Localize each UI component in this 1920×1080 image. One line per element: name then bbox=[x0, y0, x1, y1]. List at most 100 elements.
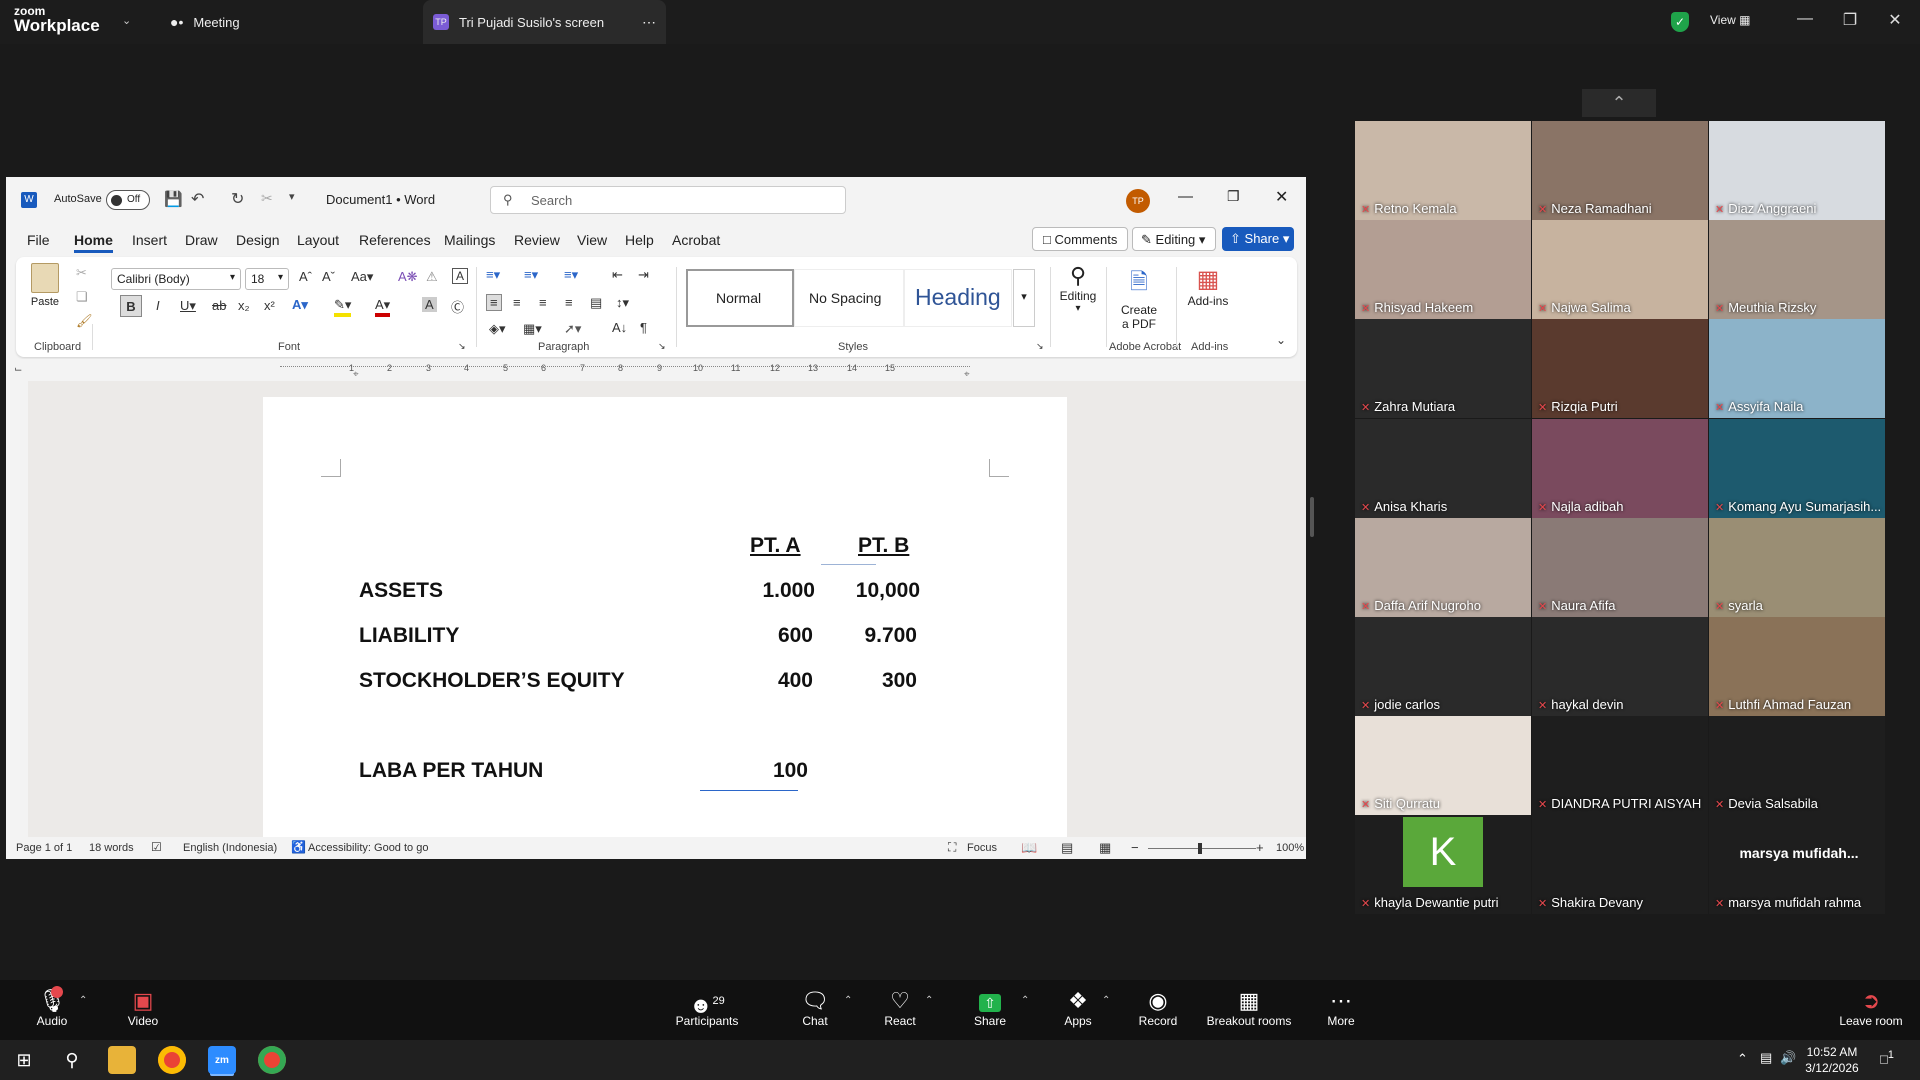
multilevel-list-icon[interactable]: ≡▾ bbox=[564, 267, 578, 283]
video-button[interactable]: ▣ Video bbox=[122, 988, 164, 1028]
chevron-down-icon[interactable]: ⌄ bbox=[122, 14, 131, 27]
distributed-button[interactable]: ▤ bbox=[590, 295, 602, 311]
borders-icon[interactable]: ▦▾ bbox=[523, 321, 542, 337]
clear-formatting-icon[interactable]: A❋ bbox=[398, 269, 418, 285]
leave-room-button[interactable]: ➲ Leave room bbox=[1838, 988, 1904, 1028]
network-icon[interactable]: ▤ bbox=[1760, 1050, 1772, 1066]
justify-button[interactable]: ≡ bbox=[565, 295, 573, 310]
participant-tile[interactable]: ✕ Diaz Anggraeni bbox=[1709, 121, 1885, 220]
web-layout-icon[interactable]: ▦ bbox=[1099, 840, 1111, 856]
collapse-ribbon-icon[interactable]: ⌄ bbox=[1276, 333, 1286, 347]
text-effects-icon[interactable]: A▾ bbox=[292, 297, 308, 313]
participant-tile[interactable]: ✕ Najwa Salima bbox=[1532, 220, 1708, 320]
notification-icon[interactable]: □1 bbox=[1880, 1049, 1894, 1066]
participant-tile[interactable]: ✕ Meuthia Rizsky bbox=[1709, 220, 1885, 320]
status-zoom[interactable]: 100% bbox=[1276, 842, 1304, 854]
participant-tile[interactable]: ✕ Assyifa Naila bbox=[1709, 319, 1885, 419]
share-button[interactable]: ⇧ Share ▾ bbox=[1222, 227, 1294, 251]
menu-view[interactable]: View bbox=[577, 232, 607, 248]
zoom-out-icon[interactable]: − bbox=[1131, 840, 1139, 855]
participant-tile[interactable]: ✕ DIANDRA PUTRI AISYAH bbox=[1532, 716, 1708, 816]
italic-button[interactable]: I bbox=[156, 298, 160, 313]
status-accessibility[interactable]: Accessibility: Good to go bbox=[308, 842, 428, 854]
style-no-spacing[interactable]: No Spacing bbox=[794, 269, 904, 327]
status-words[interactable]: 18 words bbox=[89, 842, 134, 854]
chevron-up-icon[interactable]: ⌃ bbox=[1021, 995, 1029, 1006]
right-indent-marker[interactable]: ⌖ bbox=[964, 369, 970, 380]
change-case-icon[interactable]: Aa▾ bbox=[351, 269, 373, 285]
participant-tile[interactable]: ✕ marsya mufidah rahma marsya mufidah... bbox=[1709, 815, 1885, 915]
file-explorer-icon[interactable] bbox=[108, 1046, 136, 1074]
font-color-icon[interactable]: A▾ bbox=[375, 297, 391, 317]
participant-tile[interactable]: ✕ Shakira Devany bbox=[1532, 815, 1708, 915]
status-language[interactable]: English (Indonesia) bbox=[183, 842, 277, 854]
participant-tile[interactable]: ✕ haykal devin bbox=[1532, 617, 1708, 716]
chevron-up-icon[interactable]: ⌃ bbox=[925, 995, 933, 1006]
focus-mode-button[interactable]: Focus bbox=[967, 842, 997, 854]
print-layout-icon[interactable]: ▤ bbox=[1061, 840, 1073, 856]
zoom-in-icon[interactable]: + bbox=[1256, 840, 1264, 855]
word-minimize-icon[interactable]: — bbox=[1178, 188, 1193, 205]
chevron-up-icon[interactable]: ⌃ bbox=[1737, 1051, 1748, 1067]
zoom-slider-thumb[interactable] bbox=[1198, 843, 1202, 854]
copy-icon[interactable]: ❏ bbox=[76, 289, 88, 305]
participant-tile[interactable]: ✕ Luthfi Ahmad Fauzan bbox=[1709, 617, 1885, 716]
more-options-icon[interactable]: ⋯ bbox=[642, 14, 656, 31]
volume-icon[interactable]: 🔊 bbox=[1780, 1050, 1796, 1066]
comments-button[interactable]: □ Comments bbox=[1032, 227, 1128, 251]
status-page[interactable]: Page 1 of 1 bbox=[16, 842, 72, 854]
chrome-icon[interactable] bbox=[158, 1046, 186, 1074]
redo-icon[interactable]: ↻ bbox=[231, 189, 244, 209]
dialog-launcher-icon[interactable]: ↘ bbox=[458, 341, 466, 352]
save-icon[interactable]: 💾 bbox=[164, 190, 183, 208]
participant-tile[interactable]: ✕ Rizqia Putri bbox=[1532, 319, 1708, 419]
participant-tile[interactable]: ✕ syarla bbox=[1709, 517, 1885, 617]
chrome-profile-icon[interactable] bbox=[258, 1046, 286, 1074]
align-right-button[interactable]: ≡ bbox=[539, 295, 547, 310]
resize-handle[interactable] bbox=[1310, 497, 1314, 537]
search-icon[interactable]: ⚲ bbox=[58, 1046, 86, 1074]
minimize-icon[interactable]: — bbox=[1790, 10, 1820, 28]
document-page[interactable]: PT. A PT. B ASSETS 1.000 10,000 LIABILIT… bbox=[263, 397, 1067, 837]
menu-draw[interactable]: Draw bbox=[185, 232, 218, 248]
autosave-toggle[interactable]: Off bbox=[106, 190, 150, 210]
pilcrow-icon[interactable]: ¶ bbox=[640, 320, 647, 335]
word-search-box[interactable]: ⚲ Search bbox=[490, 186, 846, 214]
style-normal[interactable]: Normal bbox=[686, 269, 794, 327]
participants-button[interactable]: ☻29 Participants bbox=[670, 988, 744, 1028]
shrink-font-icon[interactable]: Aˇ bbox=[322, 269, 335, 284]
clock[interactable]: 10:52 AM 3/12/2026 bbox=[1800, 1044, 1864, 1076]
style-heading[interactable]: Heading bbox=[904, 269, 1012, 327]
font-name-dropdown[interactable]: Calibri (Body) ▾ bbox=[111, 268, 241, 290]
create-pdf-button[interactable]: 🗎 Create a PDF bbox=[1114, 265, 1164, 331]
strikethrough-button[interactable]: ab bbox=[212, 298, 226, 313]
character-shading-icon[interactable]: A bbox=[422, 297, 437, 312]
react-button[interactable]: ♡ React bbox=[880, 988, 920, 1028]
dialog-launcher-icon[interactable]: ↘ bbox=[658, 341, 666, 352]
grow-font-icon[interactable]: Aˆ bbox=[299, 269, 312, 284]
menu-mailings[interactable]: Mailings bbox=[444, 232, 495, 248]
chevron-up-icon[interactable]: ⌃ bbox=[79, 995, 87, 1006]
indent-marker[interactable]: ⌖ bbox=[353, 369, 359, 380]
highlight-color-icon[interactable]: ✎▾ bbox=[334, 297, 352, 317]
editing-mode-button[interactable]: ✎ Editing ▾ bbox=[1132, 227, 1216, 251]
menu-acrobat[interactable]: Acrobat bbox=[672, 232, 720, 248]
numbering-icon[interactable]: ≡▾ bbox=[524, 267, 538, 283]
view-button[interactable]: View ▦ bbox=[1710, 13, 1750, 27]
editing-button[interactable]: ⚲ Editing ▾ bbox=[1056, 263, 1100, 314]
character-border-icon[interactable]: A bbox=[452, 268, 469, 284]
zoom-app-icon[interactable]: zm bbox=[208, 1046, 236, 1074]
participant-tile[interactable]: ✕ Devia Salsabila bbox=[1709, 716, 1885, 816]
decrease-indent-icon[interactable]: ⇤ bbox=[612, 267, 623, 283]
menu-home[interactable]: Home bbox=[74, 232, 113, 253]
word-close-icon[interactable]: ✕ bbox=[1275, 187, 1288, 207]
asian-layout-icon[interactable]: ➚▾ bbox=[564, 321, 581, 337]
sort-icon[interactable]: A↓ bbox=[612, 320, 627, 335]
windows-start-icon[interactable]: ⊞ bbox=[10, 1046, 38, 1074]
chevron-up-icon[interactable]: ⌃ bbox=[1102, 995, 1110, 1006]
shading-icon[interactable]: ◈▾ bbox=[489, 321, 506, 337]
participant-tile[interactable]: ✕ Rhisyad Hakeem bbox=[1355, 220, 1531, 320]
increase-indent-icon[interactable]: ⇥ bbox=[638, 267, 649, 283]
tab-meeting[interactable]: ●• Meeting bbox=[170, 0, 240, 44]
participant-tile[interactable]: ✕ Anisa Kharis bbox=[1355, 418, 1531, 518]
